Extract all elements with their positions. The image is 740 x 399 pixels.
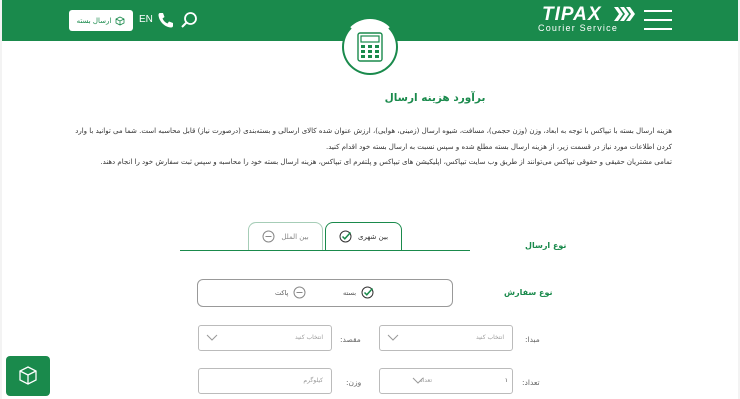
count-stepper[interactable]: ۱ تعداد — [379, 368, 513, 394]
order-option-envelope[interactable]: پاکت — [275, 286, 306, 299]
box-icon — [19, 366, 37, 385]
calculator-icon — [357, 32, 383, 62]
tab-international-label: بین الملل — [281, 232, 309, 241]
shipping-type-label: نوع ارسال — [525, 241, 567, 250]
calculator-badge — [342, 19, 398, 75]
tipax-logo[interactable]: TIPAX Courier Service — [538, 4, 636, 36]
order-type-label: نوع سفارش — [504, 288, 553, 297]
phone-icon[interactable] — [157, 11, 175, 29]
origin-select[interactable]: انتخاب کنید — [379, 325, 513, 351]
order-option-envelope-label: پاکت — [275, 288, 289, 297]
tab-intercity[interactable]: بین شهری — [325, 222, 402, 250]
description-paragraph-1: هزینه ارسال بسته با تیپاکس با توجه به اب… — [75, 127, 672, 151]
chevron-down-icon — [387, 334, 399, 341]
tab-international[interactable]: بین الملل — [248, 222, 323, 250]
count-value: ۱ — [504, 377, 508, 384]
search-icon[interactable] — [180, 11, 198, 29]
chevron-down-icon — [206, 334, 218, 341]
check-circle-icon — [361, 286, 374, 299]
description: هزینه ارسال بسته با تیپاکس با توجه به اب… — [66, 124, 672, 171]
box-icon — [115, 16, 125, 25]
send-parcel-button[interactable]: ارسال بسته — [69, 10, 133, 31]
chevron-down-icon — [412, 377, 424, 384]
destination-label: مقصد: — [340, 335, 361, 344]
description-paragraph-2: تمامی مشتریان حقیقی و حقوقی تیپاکس می‌تو… — [100, 158, 672, 166]
page-title: برآورد هزینه ارسال — [384, 92, 486, 104]
minus-circle-icon — [293, 286, 306, 299]
parcel-fab-button[interactable] — [6, 356, 50, 396]
weight-placeholder: کیلوگرم — [303, 377, 323, 384]
weight-input[interactable]: کیلوگرم — [198, 368, 332, 394]
tabs-divider — [180, 250, 470, 251]
tab-intercity-label: بین شهری — [357, 232, 389, 241]
language-switch[interactable]: EN — [139, 14, 153, 25]
menu-hamburger-icon[interactable] — [644, 9, 672, 31]
weight-label: وزن: — [346, 378, 362, 387]
count-label: تعداد: — [522, 378, 540, 387]
check-circle-icon — [339, 230, 352, 243]
minus-circle-icon — [262, 230, 275, 243]
origin-placeholder: انتخاب کنید — [475, 334, 504, 341]
order-type-box: بسته پاکت — [197, 279, 453, 307]
destination-placeholder: انتخاب کنید — [294, 334, 323, 341]
origin-label: مبدا: — [525, 335, 540, 344]
send-parcel-label: ارسال بسته — [76, 16, 112, 25]
destination-select[interactable]: انتخاب کنید — [198, 325, 332, 351]
logo-chevrons-icon — [614, 7, 635, 21]
page: ارسال بسته EN TIPAX Courier Service برآو… — [2, 0, 738, 399]
order-option-parcel-label: بسته — [343, 288, 357, 297]
logo-subtitle: Courier Service — [538, 23, 619, 33]
order-option-parcel[interactable]: بسته — [343, 286, 374, 299]
